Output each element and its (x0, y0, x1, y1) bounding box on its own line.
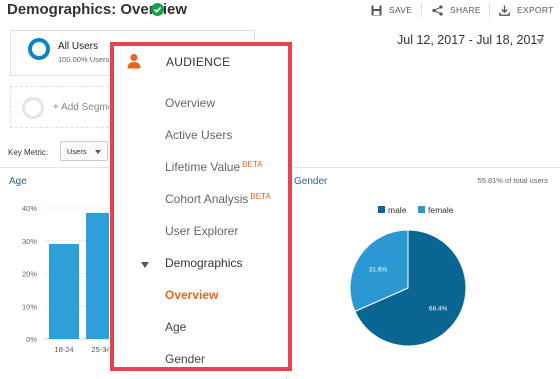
submenu-item-label: Age (165, 320, 187, 334)
chevron-down-icon (95, 150, 101, 154)
menu-item-label: Active Users (165, 128, 233, 142)
header-divider (421, 3, 422, 17)
submenu-item-label: Gender (165, 352, 206, 366)
x-tick-label: 25-34 (91, 345, 110, 354)
audience-header-label: AUDIENCE (166, 55, 231, 69)
submenu-item-label: Overview (165, 288, 219, 302)
y-tick-label: 20% (22, 270, 37, 279)
page-header: Demographics: Overview SAVE SHARE EXPORT (0, 0, 560, 22)
y-tick-label: 30% (22, 237, 37, 246)
menu-section-label: Demographics (165, 256, 243, 270)
pie-value-label: 68.4% (429, 306, 448, 313)
legend-label: male (388, 205, 407, 215)
x-tick-label: 18-24 (54, 345, 73, 354)
save-button[interactable]: SAVE (371, 2, 412, 18)
key-metric-value: Users (67, 147, 87, 156)
audience-nav-menu: AUDIENCE Overview Active Users Lifetime … (110, 42, 292, 371)
y-tick-label: 10% (22, 302, 37, 311)
gender-panel: Gender 55.81% of total users male female 6… (286, 168, 560, 379)
share-button[interactable]: SHARE (432, 2, 481, 18)
verified-check-icon (151, 3, 164, 16)
menu-item-overview[interactable]: Overview (165, 96, 215, 110)
export-button[interactable]: EXPORT (499, 2, 554, 18)
pie-value-label: 31.6% (369, 266, 388, 273)
legend-label: female (428, 205, 454, 215)
menu-item-cohort-analysis[interactable]: Cohort Analysis BETA (165, 192, 271, 206)
export-icon (499, 5, 510, 16)
share-icon (432, 4, 443, 16)
y-tick-label: 40% (22, 204, 37, 213)
beta-badge: BETA (242, 160, 263, 169)
key-metric-select[interactable]: Users (60, 141, 108, 161)
submenu-item-age[interactable]: Age (165, 320, 186, 334)
menu-item-label: Lifetime Value (165, 160, 241, 174)
audience-header[interactable]: AUDIENCE (114, 46, 288, 78)
segment-ring-icon (28, 38, 50, 60)
submenu-item-overview[interactable]: Overview (165, 288, 218, 302)
submenu-item-gender[interactable]: Gender (165, 352, 205, 366)
add-segment-ring-icon (22, 97, 44, 119)
menu-item-active-users[interactable]: Active Users (165, 128, 232, 142)
person-icon (127, 53, 141, 69)
menu-item-lifetime-value[interactable]: Lifetime Value BETA (165, 160, 262, 174)
menu-item-label: User Explorer (165, 224, 239, 238)
header-divider (489, 3, 490, 17)
menu-item-label: Overview (165, 96, 216, 110)
save-label: SAVE (389, 5, 413, 15)
menu-item-user-explorer[interactable]: User Explorer (165, 224, 238, 238)
y-tick-label: 0% (26, 335, 37, 344)
date-range-picker[interactable]: Jul 12, 2017 - Jul 18, 2017 (397, 33, 544, 47)
menu-item-label: Cohort Analysis (165, 192, 249, 206)
legend-swatch (378, 206, 385, 213)
expanded-triangle-icon[interactable] (141, 262, 149, 268)
legend-swatch (418, 206, 425, 213)
segment-subtitle: 100.00% Users (58, 55, 110, 64)
beta-badge: BETA (250, 192, 271, 201)
export-label: EXPORT (517, 5, 554, 15)
gender-pie-chart: male female 68.4% 31.6% (349, 205, 467, 347)
share-label: SHARE (450, 5, 481, 15)
chevron-down-icon[interactable] (536, 39, 544, 44)
age-bar (49, 244, 79, 339)
add-segment-label: + Add Segme (53, 102, 114, 113)
segment-title: All Users (58, 41, 99, 52)
menu-section-demographics[interactable]: Demographics (165, 256, 242, 270)
key-metric-label: Key Metric: (8, 148, 49, 157)
save-icon (371, 5, 382, 15)
